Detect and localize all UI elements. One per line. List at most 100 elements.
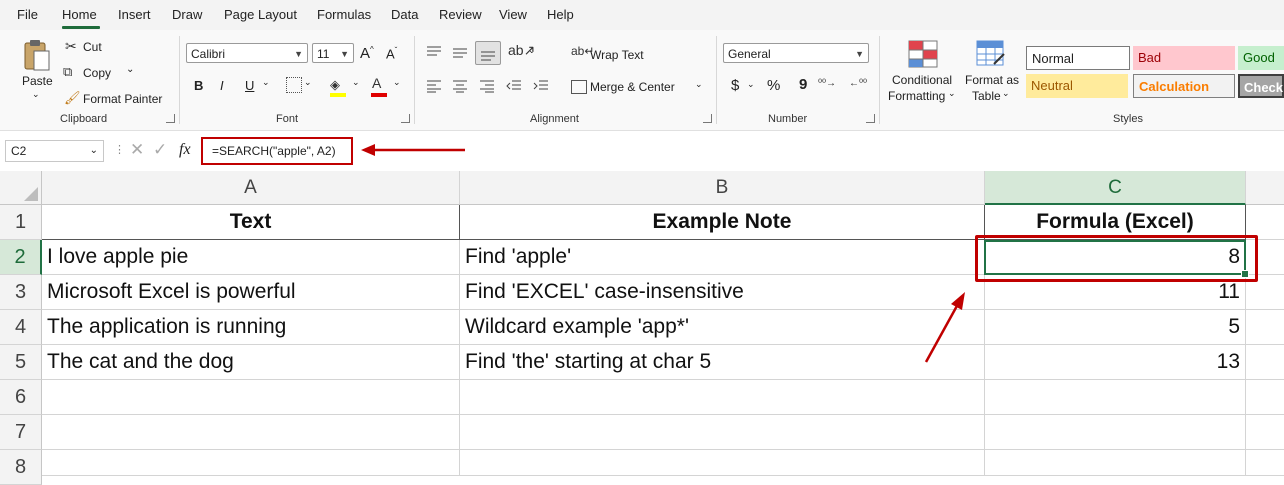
menu-review[interactable]: Review xyxy=(439,7,482,22)
style-normal[interactable]: Normal xyxy=(1026,46,1130,70)
currency-button[interactable]: $ xyxy=(731,77,739,94)
decrease-indent-icon[interactable] xyxy=(506,79,522,93)
row-header-5[interactable]: 5 xyxy=(0,345,42,380)
font-launcher-icon[interactable] xyxy=(401,114,410,123)
cell-b1[interactable]: Example Note xyxy=(460,205,985,240)
underline-button[interactable]: U xyxy=(245,78,254,93)
wrap-text-button[interactable]: Wrap Text xyxy=(590,48,644,62)
underline-dropdown-icon[interactable]: ⌄ xyxy=(262,77,270,88)
formula-input[interactable]: =SEARCH("apple", A2) xyxy=(201,137,353,165)
row-header-3[interactable]: 3 xyxy=(0,275,42,310)
menu-view[interactable]: View xyxy=(499,7,527,22)
align-right-icon[interactable] xyxy=(479,79,495,93)
menu-formulas[interactable]: Formulas xyxy=(317,7,371,22)
font-color-icon[interactable]: A xyxy=(371,75,387,97)
row-header-7[interactable]: 7 xyxy=(0,415,42,450)
paste-dropdown-icon[interactable]: ⌄ xyxy=(32,89,40,100)
cell-d7[interactable] xyxy=(1246,415,1284,450)
menu-data[interactable]: Data xyxy=(391,7,418,22)
font-name-select[interactable]: Calibri ▼ xyxy=(186,43,308,63)
cell-b7[interactable] xyxy=(460,415,985,450)
column-header-a[interactable]: A xyxy=(42,171,460,205)
cell-a5[interactable]: The cat and the dog xyxy=(42,345,460,380)
number-format-select[interactable]: General ▼ xyxy=(723,43,869,63)
style-bad[interactable]: Bad xyxy=(1133,46,1235,70)
decrease-decimal-icon[interactable]: ←⁰⁰ xyxy=(849,78,867,89)
merge-dropdown-icon[interactable]: ⌄ xyxy=(695,79,703,90)
row-header-6[interactable]: 6 xyxy=(0,380,42,415)
cell-a3[interactable]: Microsoft Excel is powerful xyxy=(42,275,460,310)
cell-a7[interactable] xyxy=(42,415,460,450)
copy-button[interactable]: Copy xyxy=(83,66,111,80)
menu-help[interactable]: Help xyxy=(547,7,574,22)
currency-dropdown-icon[interactable]: ⌄ xyxy=(747,79,755,90)
align-top-icon[interactable] xyxy=(426,45,442,59)
style-neutral[interactable]: Neutral xyxy=(1026,74,1128,98)
cell-c7[interactable] xyxy=(985,415,1246,450)
cell-a8[interactable] xyxy=(42,450,460,476)
style-calculation[interactable]: Calculation xyxy=(1133,74,1235,98)
increase-decimal-icon[interactable]: ⁰⁰→ xyxy=(818,78,836,89)
cell-d8[interactable] xyxy=(1246,450,1284,476)
increase-font-icon[interactable]: A^ xyxy=(360,45,374,62)
cancel-icon[interactable]: ✕ xyxy=(130,140,144,160)
cell-d4[interactable] xyxy=(1246,310,1284,345)
more-options-icon[interactable]: ⋮ xyxy=(114,143,125,156)
bold-button[interactable]: B xyxy=(194,78,203,93)
cell-a6[interactable] xyxy=(42,380,460,415)
cell-a4[interactable]: The application is running xyxy=(42,310,460,345)
cell-a2[interactable]: I love apple pie xyxy=(42,240,460,275)
merge-center-button[interactable]: Merge & Center xyxy=(590,80,675,94)
align-left-icon[interactable] xyxy=(426,79,442,93)
menu-page-layout[interactable]: Page Layout xyxy=(224,7,297,22)
select-all-corner[interactable] xyxy=(0,171,42,205)
insert-function-button[interactable]: fx xyxy=(179,141,191,159)
row-header-1[interactable]: 1 xyxy=(0,205,42,240)
enter-icon[interactable]: ✓ xyxy=(153,140,167,160)
cell-c8[interactable] xyxy=(985,450,1246,476)
menu-home[interactable]: Home xyxy=(62,7,97,22)
cell-c4[interactable]: 5 xyxy=(985,310,1246,345)
align-center-icon[interactable] xyxy=(452,79,468,93)
cell-b6[interactable] xyxy=(460,380,985,415)
row-header-8[interactable]: 8 xyxy=(0,450,42,485)
font-color-dropdown-icon[interactable]: ⌄ xyxy=(393,77,401,88)
decrease-font-icon[interactable]: Aˇ xyxy=(386,46,397,61)
cell-a1[interactable]: Text xyxy=(42,205,460,240)
italic-button[interactable]: I xyxy=(220,78,224,93)
style-check[interactable]: Check xyxy=(1238,74,1284,98)
menu-draw[interactable]: Draw xyxy=(172,7,202,22)
alignment-launcher-icon[interactable] xyxy=(703,114,712,123)
increase-indent-icon[interactable] xyxy=(533,79,549,93)
comma-button[interactable]: 9 xyxy=(799,76,807,93)
number-launcher-icon[interactable] xyxy=(866,114,875,123)
row-header-4[interactable]: 4 xyxy=(0,310,42,345)
cell-b3[interactable]: Find 'EXCEL' case-insensitive xyxy=(460,275,985,310)
column-header-c[interactable]: C xyxy=(985,171,1246,205)
column-header-b[interactable]: B xyxy=(460,171,985,205)
fill-dropdown-icon[interactable]: ⌄ xyxy=(352,77,360,88)
align-bottom-button[interactable] xyxy=(475,41,501,65)
cut-button[interactable]: Cut xyxy=(83,40,102,54)
row-header-2[interactable]: 2 xyxy=(0,240,42,275)
orientation-dropdown-icon[interactable]: ⌄ xyxy=(528,45,536,56)
font-size-select[interactable]: 11 ▼ xyxy=(312,43,354,63)
cell-c5[interactable]: 13 xyxy=(985,345,1246,380)
cell-d6[interactable] xyxy=(1246,380,1284,415)
align-middle-icon[interactable] xyxy=(452,45,468,59)
name-box[interactable]: C2 ⌄ xyxy=(5,140,104,162)
format-painter-button[interactable]: Format Painter xyxy=(83,92,162,106)
fill-color-icon[interactable]: ◈ xyxy=(330,76,346,97)
cell-b5[interactable]: Find 'the' starting at char 5 xyxy=(460,345,985,380)
borders-icon[interactable] xyxy=(286,77,302,93)
menu-file[interactable]: File xyxy=(17,7,38,22)
cell-c6[interactable] xyxy=(985,380,1246,415)
menu-insert[interactable]: Insert xyxy=(118,7,151,22)
column-header-d[interactable] xyxy=(1246,171,1284,205)
cell-b2[interactable]: Find 'apple' xyxy=(460,240,985,275)
percent-button[interactable]: % xyxy=(767,77,780,94)
cell-b4[interactable]: Wildcard example 'app*' xyxy=(460,310,985,345)
clipboard-launcher-icon[interactable] xyxy=(166,114,175,123)
borders-dropdown-icon[interactable]: ⌄ xyxy=(304,77,312,88)
cell-b8[interactable] xyxy=(460,450,985,476)
